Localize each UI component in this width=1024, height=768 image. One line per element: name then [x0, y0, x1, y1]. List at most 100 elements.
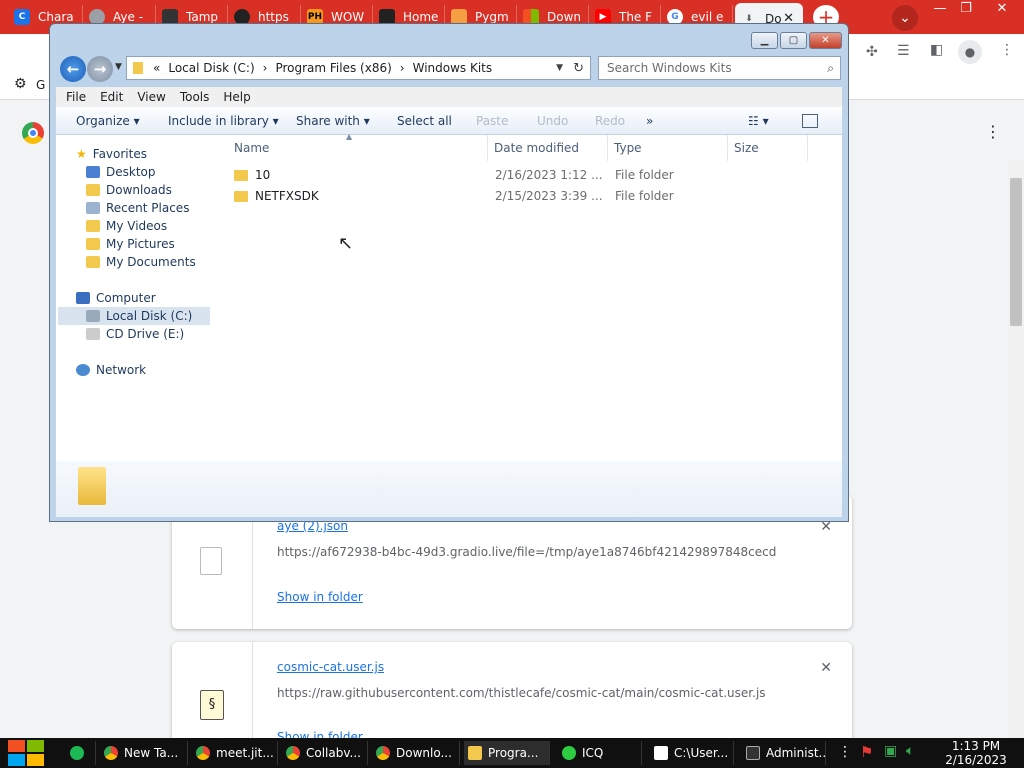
address-dropdown-icon[interactable]: ▼: [556, 63, 563, 73]
breadcrumb-separator-icon[interactable]: ›: [400, 61, 405, 75]
redo-button[interactable]: Redo: [595, 114, 625, 128]
nav-local-disk-selected[interactable]: Local Disk (C:): [58, 307, 210, 325]
menu-view[interactable]: View: [137, 90, 165, 104]
address-prefix[interactable]: «: [153, 61, 160, 75]
taskbar-item[interactable]: meet.jit...: [192, 741, 278, 765]
nav-my-videos[interactable]: My Videos: [86, 217, 167, 235]
include-in-library-button[interactable]: Include in library ▾: [168, 114, 279, 128]
restore-icon[interactable]: ❐: [952, 0, 980, 20]
download-filename[interactable]: cosmic-cat.user.js: [277, 660, 384, 674]
tab-search-button[interactable]: ⌄: [892, 5, 918, 31]
network-tray-icon[interactable]: ▣: [884, 743, 897, 759]
nav-label: Computer: [96, 291, 156, 305]
tray-overflow-icon[interactable]: ⋮: [838, 744, 852, 760]
taskbar: New Ta... meet.jit... Collabv... Downlo.…: [0, 738, 1024, 768]
nav-computer[interactable]: Computer: [76, 289, 156, 307]
column-label: Name: [234, 141, 270, 155]
nav-cd-drive[interactable]: CD Drive (E:): [86, 325, 184, 343]
search-input[interactable]: Search Windows Kits ⌕: [598, 56, 841, 80]
breadcrumb-windows-kits[interactable]: Windows Kits: [413, 61, 493, 75]
show-in-folder-link[interactable]: Show in folder: [277, 590, 363, 604]
page-scrollbar-thumb[interactable]: [1010, 178, 1022, 326]
nav-my-pictures[interactable]: My Pictures: [86, 235, 175, 253]
minimize-icon[interactable]: —: [926, 0, 954, 20]
column-name[interactable]: Name: [228, 135, 488, 161]
chrome-icon: [376, 746, 390, 760]
close-window-icon[interactable]: ✕: [988, 0, 1016, 20]
folder-icon: [234, 170, 248, 181]
view-options-icon[interactable]: ☷ ▾: [748, 114, 769, 128]
chrome-icon: [286, 746, 300, 760]
windows-start-icon[interactable]: [8, 740, 44, 766]
taskbar-label: Progra...: [488, 746, 539, 760]
taskbar-item[interactable]: C:\User...: [650, 741, 734, 765]
minimize-button[interactable]: ▁: [751, 32, 778, 49]
chrome-menu-icon[interactable]: ⋮: [1000, 42, 1014, 58]
downloads-folder-icon: [86, 184, 100, 196]
column-size[interactable]: Size: [728, 135, 808, 161]
nav-network[interactable]: Network: [76, 361, 146, 379]
breadcrumb-local-disk[interactable]: Local Disk (C:): [168, 61, 254, 75]
reading-list-icon[interactable]: ☰: [897, 43, 910, 59]
search-icon[interactable]: ⌕: [827, 57, 834, 79]
more-commands-button[interactable]: »: [646, 114, 653, 128]
breadcrumb-program-files[interactable]: Program Files (x86): [275, 61, 391, 75]
taskbar-item[interactable]: Downlo...: [372, 741, 460, 765]
share-with-button[interactable]: Share with ▾: [296, 114, 370, 128]
nav-label: Downloads: [106, 183, 172, 197]
taskbar-item[interactable]: Administ...: [742, 741, 826, 765]
side-panel-icon[interactable]: ◧: [930, 42, 943, 58]
maximize-button[interactable]: ▢: [780, 32, 807, 49]
preview-pane-icon[interactable]: [802, 114, 818, 128]
window-controls: ▁ ▢ ✕: [751, 32, 842, 49]
address-bar[interactable]: « Local Disk (C:) › Program Files (x86) …: [126, 56, 591, 80]
taskbar-label: Downlo...: [396, 746, 452, 760]
tab-label: The F: [619, 10, 653, 24]
forward-arrow-icon[interactable]: →: [87, 56, 113, 82]
nav-my-documents[interactable]: My Documents: [86, 253, 196, 271]
chrome-logo-icon: [22, 122, 44, 144]
bookmark-icon[interactable]: ⚙: [14, 76, 27, 92]
nav-favorites[interactable]: ★ Favorites: [76, 145, 147, 163]
taskbar-item-active[interactable]: Progra...: [464, 741, 550, 765]
close-button[interactable]: ✕: [809, 32, 842, 49]
back-arrow-icon[interactable]: ←: [60, 56, 86, 82]
taskbar-item[interactable]: New Ta...: [100, 741, 188, 765]
recent-pages-icon[interactable]: ▼: [115, 62, 122, 72]
menu-tools[interactable]: Tools: [180, 90, 210, 104]
green-app-icon: [70, 746, 84, 760]
clock[interactable]: 1:13 PM 2/16/2023: [936, 739, 1016, 767]
bookmark-label[interactable]: G: [36, 78, 45, 92]
column-type[interactable]: Type: [608, 135, 728, 161]
menu-file[interactable]: File: [66, 90, 86, 104]
organize-button[interactable]: Organize ▾: [76, 114, 140, 128]
nav-downloads[interactable]: Downloads: [86, 181, 172, 199]
file-row[interactable]: NETFXSDK 2/15/2023 3:39 ... File folder: [228, 186, 842, 208]
tab-label: Tamp: [186, 10, 219, 24]
volume-icon[interactable]: 🔈︎: [906, 743, 914, 759]
column-date-modified[interactable]: Date modified: [488, 135, 608, 161]
more-actions-icon[interactable]: ⋮: [985, 122, 1001, 141]
paste-button[interactable]: Paste: [476, 114, 508, 128]
menu-edit[interactable]: Edit: [100, 90, 123, 104]
nav-recent-places[interactable]: Recent Places: [86, 199, 189, 217]
nav-label: Favorites: [92, 147, 147, 161]
select-all-button[interactable]: Select all: [397, 114, 452, 128]
undo-button[interactable]: Undo: [537, 114, 568, 128]
taskbar-item[interactable]: [66, 741, 96, 765]
taskbar-label: New Ta...: [124, 746, 179, 760]
nav-desktop[interactable]: Desktop: [86, 163, 156, 181]
file-row[interactable]: 10 2/16/2023 1:12 ... File folder: [228, 165, 842, 187]
taskbar-item[interactable]: ICQ: [558, 741, 642, 765]
taskbar-item[interactable]: Collabv...: [282, 741, 368, 765]
profile-avatar[interactable]: ●: [958, 40, 982, 64]
breadcrumb-separator-icon[interactable]: ›: [263, 61, 268, 75]
refresh-icon[interactable]: ↻: [573, 61, 584, 76]
remove-download-icon[interactable]: ✕: [820, 660, 832, 676]
organize-label: Organize: [76, 114, 130, 128]
sort-arrow-icon: ▲: [346, 132, 353, 141]
extensions-icon[interactable]: ✣: [866, 44, 878, 60]
menu-help[interactable]: Help: [223, 90, 250, 104]
flag-icon[interactable]: ⚑: [860, 743, 873, 761]
tab-label: evil e: [691, 10, 724, 24]
